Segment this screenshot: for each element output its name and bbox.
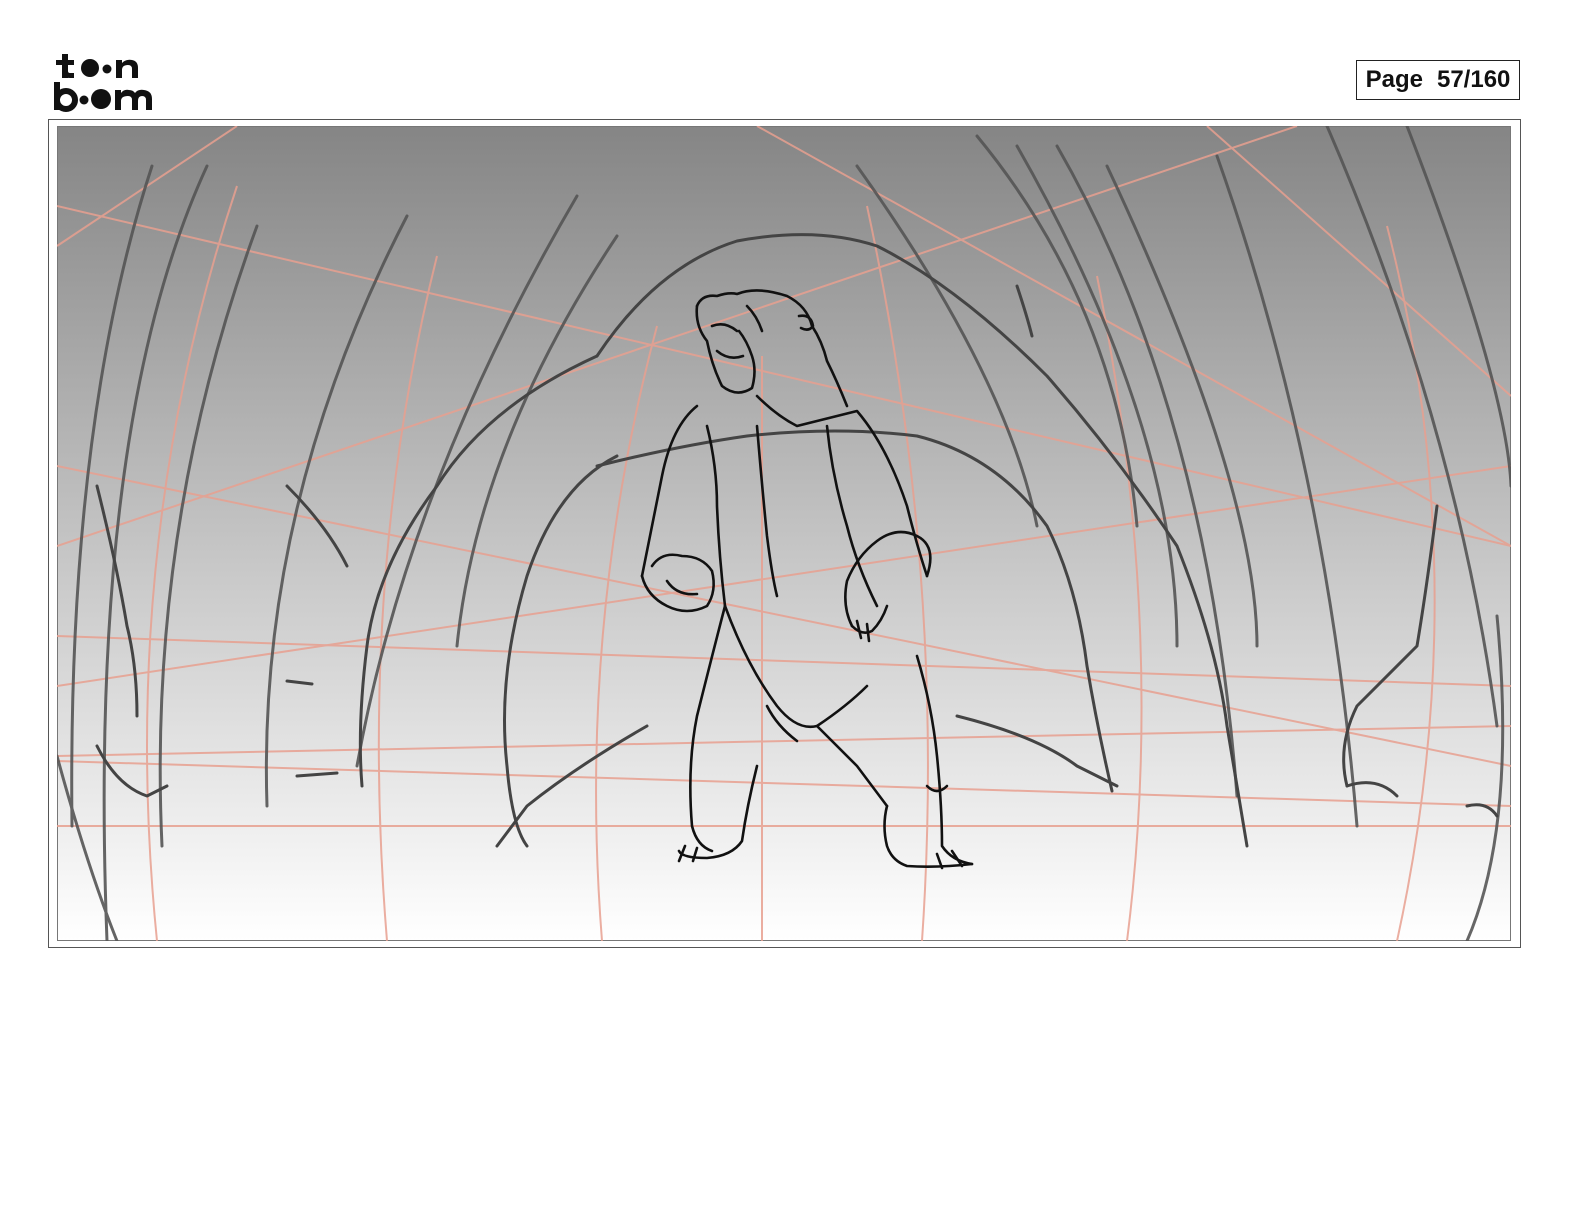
toon-boom-logo-icon <box>52 50 164 112</box>
storyboard-panel <box>48 119 1521 948</box>
page-label: Page <box>1365 66 1423 93</box>
page-number: 57/160 <box>1436 66 1511 93</box>
bear-standing-in-cave-sketch-icon <box>57 126 1511 941</box>
page-counter: Page 57/160 <box>1356 60 1520 100</box>
